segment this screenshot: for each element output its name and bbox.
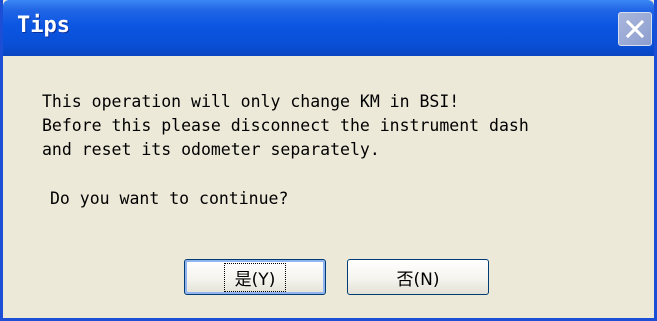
no-button-label: 否(N) — [396, 269, 440, 290]
title-bar[interactable]: Tips — [3, 0, 654, 56]
yes-button[interactable]: 是(Y) — [184, 259, 326, 295]
close-icon — [625, 19, 645, 39]
no-button[interactable]: 否(N) — [347, 259, 489, 295]
message-line-3: and reset its odometer separately. — [42, 140, 380, 159]
yes-button-label: 是(Y) — [223, 262, 287, 292]
dialog-window: Tips This operation will only change KM … — [0, 0, 657, 321]
close-button[interactable] — [618, 12, 652, 46]
dialog-title: Tips — [17, 13, 70, 38]
message-line-1: This operation will only change KM in BS… — [42, 92, 460, 111]
confirm-question: Do you want to continue? — [50, 189, 289, 208]
message-line-2: Before this please disconnect the instru… — [42, 116, 529, 135]
